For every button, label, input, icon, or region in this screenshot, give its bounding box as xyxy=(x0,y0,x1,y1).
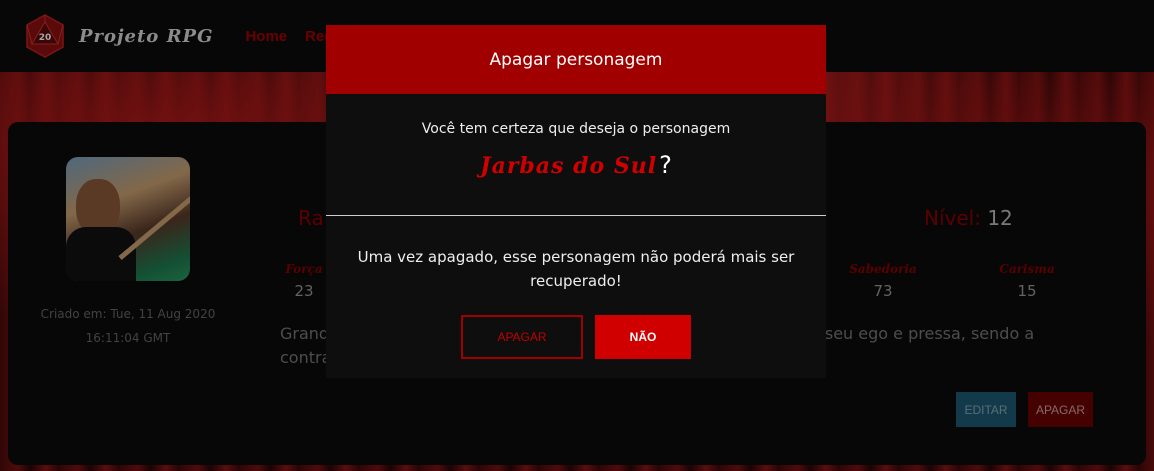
modal-warning: Uma vez apagado, esse personagem não pod… xyxy=(357,248,795,290)
modal-character-line: Jarbas do Sul? xyxy=(326,151,826,179)
modal-character-name: Jarbas do Sul xyxy=(480,153,658,179)
modal-title: Apagar personagem xyxy=(489,49,663,70)
question-mark: ? xyxy=(659,151,672,179)
modal-question: Você tem certeza que deseja o personagem xyxy=(421,121,731,137)
cancel-button[interactable]: NÃO xyxy=(595,315,691,359)
modal-divider xyxy=(326,215,826,216)
modal-header: Apagar personagem xyxy=(326,25,826,94)
confirm-delete-button[interactable]: APAGAR xyxy=(461,315,583,359)
delete-confirm-modal: Apagar personagem Você tem certeza que d… xyxy=(326,25,826,378)
